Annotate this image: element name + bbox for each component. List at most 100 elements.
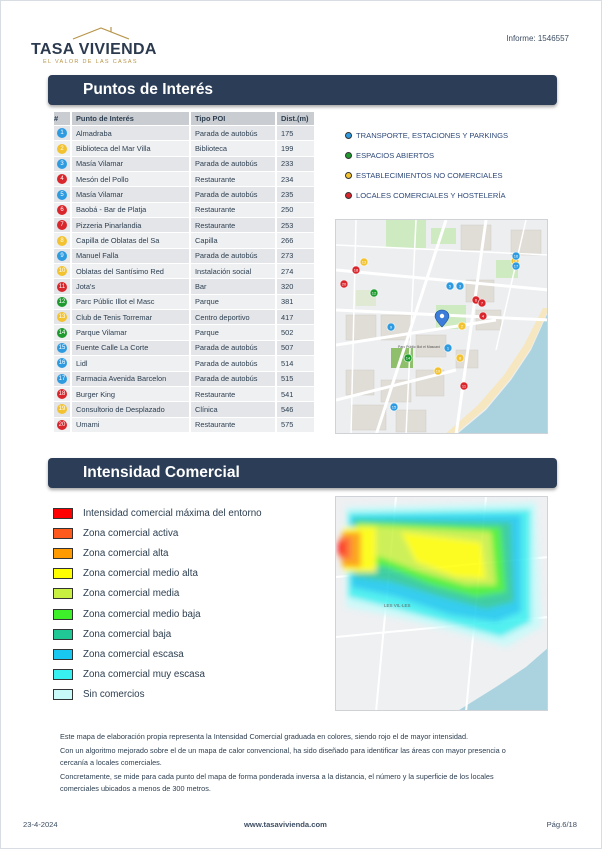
- logo-name: TASA VIVIENDA: [31, 41, 157, 58]
- poi-number-badge: 12: [57, 296, 67, 307]
- poi-name-cell: Oblatas del Santísimo Red: [72, 263, 191, 279]
- footer-date: 23-4-2024: [23, 820, 58, 829]
- poi-marker-number: 19: [436, 369, 441, 374]
- poi-number-badge: 15: [57, 343, 67, 353]
- poi-marker[interactable]: 2: [457, 321, 467, 331]
- col-name: Punto de Interés: [72, 112, 191, 125]
- table-row: 19 Consultorio de Desplazado Clínica 546: [54, 401, 316, 417]
- intensity-label: Zona comercial medio baja: [83, 608, 201, 620]
- poi-number-badge: 14: [57, 327, 67, 338]
- intensity-legend-item: Zona comercial medio alta: [53, 564, 262, 584]
- commercial-intensity-legend: Intensidad comercial máxima del entorno Z…: [53, 503, 262, 705]
- footer-page-number: Pág.6/18: [546, 820, 577, 829]
- poi-distance-cell: 575: [277, 416, 316, 432]
- poi-marker[interactable]: 19: [433, 366, 443, 376]
- footer-website[interactable]: www.tasavivienda.com: [244, 820, 327, 829]
- legend-item: LOCALES COMERCIALES Y HOSTELERÍA: [345, 185, 508, 205]
- row-number-cell: 3: [54, 155, 72, 172]
- color-swatch-icon: [53, 648, 73, 660]
- poi-distance-cell: 175: [277, 125, 316, 141]
- poi-marker-number: 14: [406, 356, 411, 361]
- poi-distance-cell: 515: [277, 370, 316, 386]
- poi-name-cell: Jota's: [72, 278, 191, 294]
- legend-dot-icon: [345, 171, 352, 179]
- commercial-section-title: Intensidad Comercial: [83, 464, 240, 481]
- poi-marker[interactable]: 5: [445, 281, 455, 291]
- poi-name-cell: Club de Tenis Torremar: [72, 309, 191, 325]
- poi-category-legend: TRANSPORTE, ESTACIONES Y PARKINGS ESPACIO…: [345, 125, 508, 205]
- poi-name-cell: Capilla de Oblatas del Sa: [72, 232, 191, 248]
- poi-number-badge: 10: [57, 266, 67, 277]
- poi-marker[interactable]: 18: [351, 265, 361, 275]
- poi-distance-cell: 514: [277, 355, 316, 371]
- intensity-label: Zona comercial escasa: [83, 648, 184, 660]
- poi-marker[interactable]: 16: [511, 251, 521, 261]
- poi-type-cell: Bar: [191, 278, 277, 294]
- intensity-legend-item: Zona comercial muy escasa: [53, 665, 262, 685]
- poi-marker[interactable]: 8: [455, 353, 465, 363]
- poi-marker[interactable]: 13: [359, 257, 369, 267]
- poi-number-badge: 7: [57, 220, 67, 231]
- poi-type-cell: Restaurante: [191, 201, 277, 218]
- poi-number-badge: 3: [57, 158, 67, 169]
- poi-distance-cell: 507: [277, 339, 316, 356]
- commercial-heatmap[interactable]: LES VIL·LES: [335, 496, 548, 711]
- poi-marker[interactable]: 9: [386, 322, 396, 332]
- row-number-cell: 1: [54, 125, 72, 141]
- intensity-legend-item: Zona comercial alta: [53, 543, 262, 563]
- poi-marker[interactable]: 15: [389, 402, 399, 412]
- poi-marker[interactable]: 11: [459, 381, 469, 391]
- poi-name-cell: Masía Vilamar: [72, 155, 191, 172]
- table-row: 3 Masía Vilamar Parada de autobús 233: [54, 155, 316, 172]
- intensity-legend-item: Zona comercial activa: [53, 523, 262, 543]
- poi-name-cell: Farmacia Avenida Barcelon: [72, 370, 191, 386]
- poi-name-cell: Parc Públic Illot el Masc: [72, 293, 191, 310]
- poi-distance-cell: 502: [277, 324, 316, 340]
- table-row: 2 Biblioteca del Mar Villa Biblioteca 199: [54, 140, 316, 156]
- poi-marker[interactable]: 4: [478, 311, 488, 321]
- col-distance: Dist.(m): [277, 112, 316, 125]
- color-swatch-icon: [53, 588, 73, 600]
- intensity-label: Zona comercial activa: [83, 527, 179, 539]
- poi-type-cell: Clínica: [191, 401, 277, 417]
- legend-item: ESPACIOS ABIERTOS: [345, 145, 508, 165]
- row-number-cell: 8: [54, 232, 72, 248]
- intensity-label: Sin comercios: [83, 689, 145, 701]
- poi-number-badge: 20: [57, 419, 67, 430]
- poi-marker-number: 12: [372, 291, 377, 296]
- tasavivienda-logo: TASA VIVIENDA EL VALOR DE LAS CASAS: [29, 25, 159, 69]
- poi-marker[interactable]: 14: [403, 353, 413, 363]
- poi-name-cell: Manuel Falla: [72, 247, 191, 264]
- intensity-label: Zona comercial media: [83, 588, 180, 600]
- poi-marker[interactable]: 7: [477, 298, 487, 308]
- poi-marker[interactable]: 20: [339, 279, 349, 289]
- legend-label: ESTABLECIMIENTOS NO COMERCIALES: [356, 170, 503, 180]
- poi-type-cell: Parque: [191, 293, 277, 310]
- poi-map[interactable]: Parc Públic Illot el Mascaró 1 2 3 4 5 6 7 8 9 10…: [335, 219, 548, 434]
- legend-item: TRANSPORTE, ESTACIONES Y PARKINGS: [345, 125, 508, 145]
- poi-number-badge: 6: [57, 204, 67, 215]
- poi-number-badge: 11: [57, 281, 67, 292]
- heatmap-graphic: LES VIL·LES: [336, 497, 547, 710]
- poi-name-cell: Consultorio de Desplazado: [72, 401, 191, 417]
- intensity-legend-item: Zona comercial media: [53, 584, 262, 604]
- table-row: 14 Parque Vilamar Parque 502: [54, 324, 316, 340]
- poi-distance-cell: 320: [277, 278, 316, 294]
- poi-marker[interactable]: 12: [369, 288, 379, 298]
- park-map-label: Parc Públic Illot el Mascaró: [398, 345, 440, 349]
- poi-marker[interactable]: 1: [443, 343, 453, 353]
- table-row: 6 Baobá - Bar de Platja Restaurante 250: [54, 201, 316, 218]
- poi-marker[interactable]: 3: [455, 281, 465, 291]
- poi-name-cell: Biblioteca del Mar Villa: [72, 140, 191, 156]
- row-number-cell: 7: [54, 217, 72, 233]
- poi-number-badge: 13: [57, 312, 67, 323]
- poi-type-cell: Restaurante: [191, 416, 277, 432]
- row-number-cell: 19: [54, 401, 72, 417]
- intensity-legend-item: Sin comercios: [53, 685, 262, 705]
- legend-dot-icon: [345, 191, 352, 199]
- poi-type-cell: Instalación social: [191, 263, 277, 279]
- poi-marker[interactable]: 17: [511, 261, 521, 271]
- table-row: 16 Lidl Parada de autobús 514: [54, 355, 316, 371]
- color-swatch-icon: [53, 507, 73, 519]
- poi-marker-number: 13: [362, 260, 367, 265]
